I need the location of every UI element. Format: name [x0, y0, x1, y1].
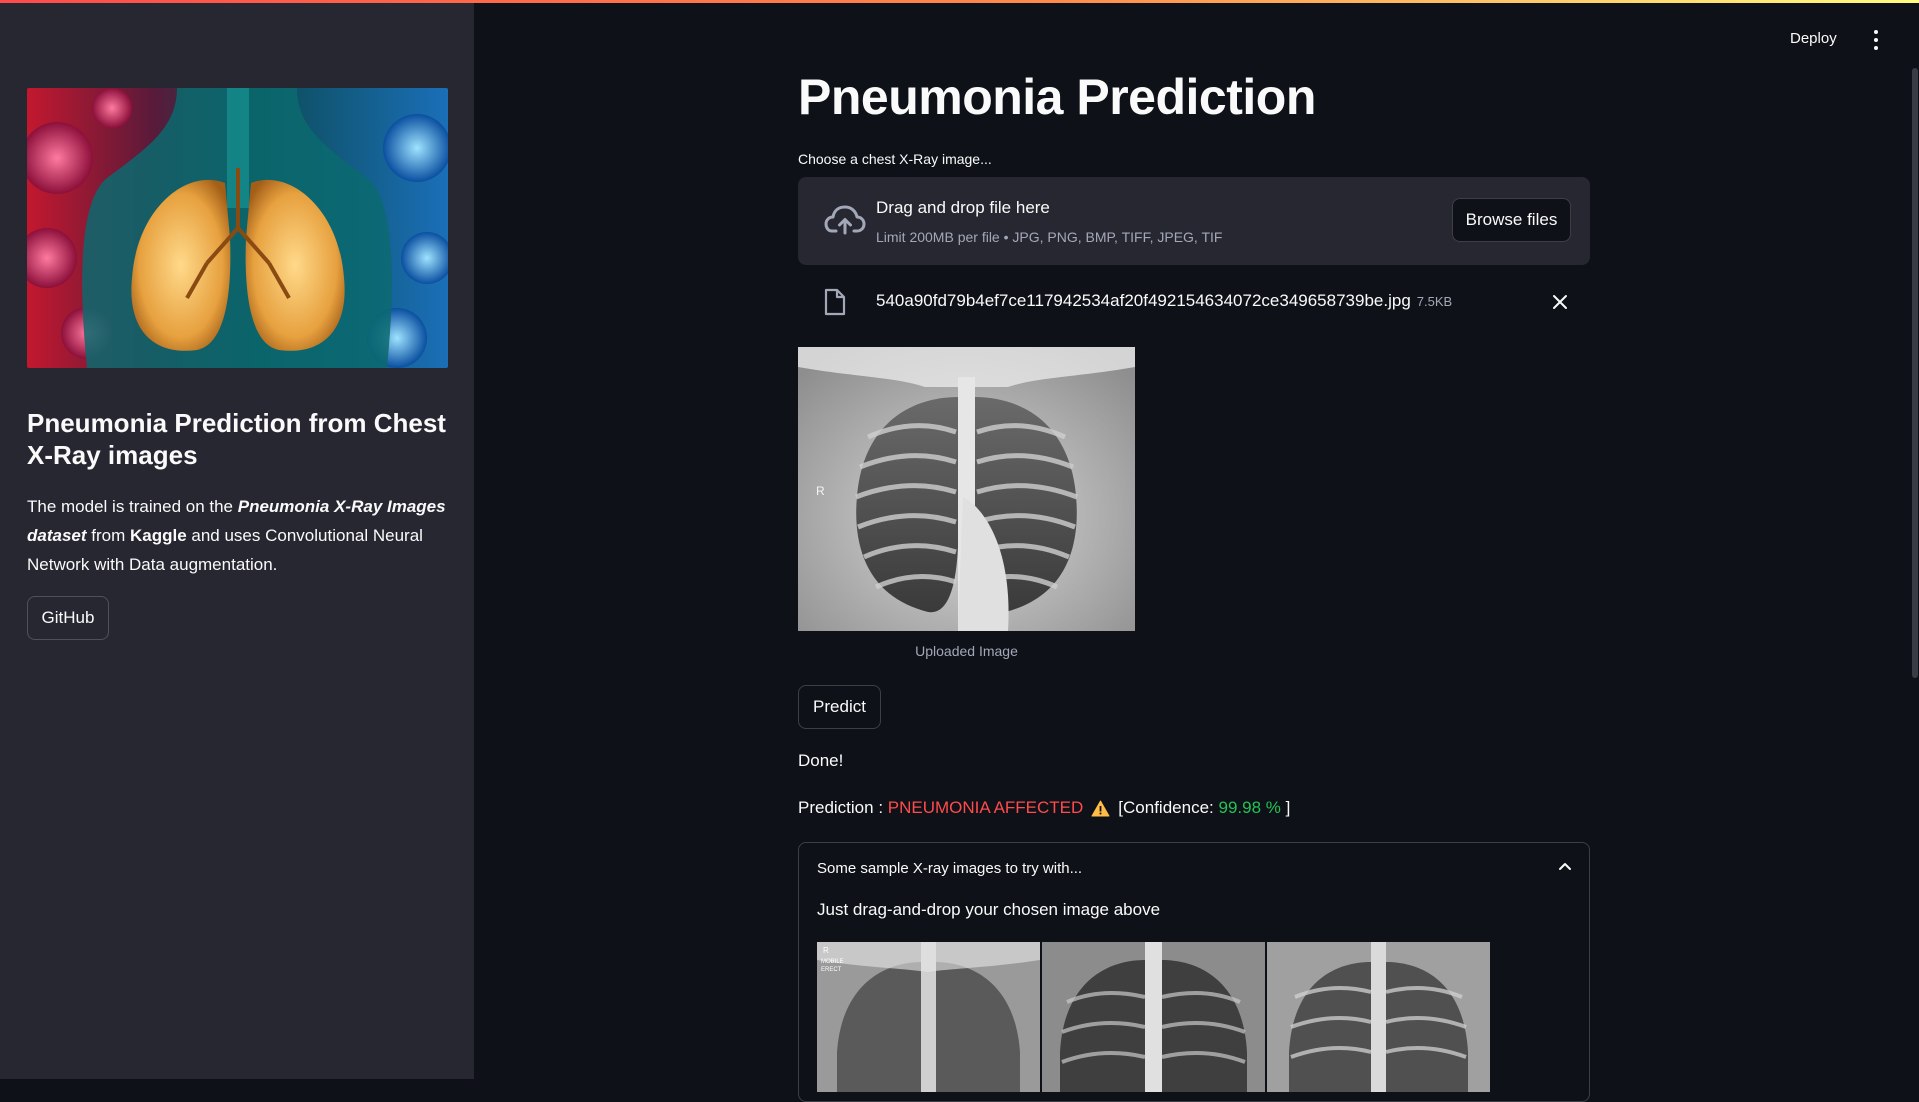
samples-expander[interactable]: Some sample X-ray images to try with... … [798, 842, 1590, 1102]
sample-marker-mobile: MOBILE [821, 959, 844, 965]
close-icon[interactable] [1552, 294, 1568, 310]
confidence-value: 99.98 % [1218, 798, 1281, 817]
status-text: Done! [798, 751, 844, 770]
kebab-menu-icon[interactable] [1872, 30, 1880, 50]
prediction-value: PNEUMONIA AFFECTED [887, 798, 1084, 817]
file-size: 7.5KB [1416, 294, 1453, 309]
expander-text: Just drag-and-drop your chosen image abo… [817, 900, 1161, 919]
uploaded-xray-image: R [798, 347, 1135, 631]
warning-icon [1091, 800, 1110, 816]
cloud-upload-icon [824, 205, 866, 235]
lungs-illustration-image [27, 88, 448, 368]
sidebar-title: Pneumonia Prediction from Chest X-Ray im… [27, 408, 446, 470]
file-name-text: 540a90fd79b4ef7ce117942534af20f492154634… [876, 291, 1411, 310]
github-button[interactable]: GitHub [27, 596, 109, 640]
dropzone-limit: Limit 200MB per file • JPG, PNG, BMP, TI… [876, 229, 1223, 245]
predict-button[interactable]: Predict [798, 685, 881, 729]
kaggle-name: Kaggle [129, 526, 187, 545]
browse-files-button[interactable]: Browse files [1452, 198, 1571, 242]
confidence-label: [Confidence: [1118, 798, 1219, 817]
file-name: 540a90fd79b4ef7ce117942534af20f492154634… [876, 291, 1452, 311]
sample-images: R MOBILE ERECT [817, 942, 1490, 1092]
scrollbar-thumb[interactable] [1912, 68, 1918, 678]
confidence-suffix: ] [1280, 798, 1291, 817]
sidebar-description: The model is trained on the Pneumonia X-… [27, 492, 447, 579]
sidebar: Pneumonia Prediction from Chest X-Ray im… [0, 0, 474, 1079]
chevron-up-icon[interactable] [1558, 861, 1572, 871]
expander-title: Some sample X-ray images to try with... [817, 860, 1083, 877]
page-title: Pneumonia Prediction [798, 69, 1316, 125]
desc-text: The model is trained on the [27, 497, 238, 516]
sample-xray-2[interactable] [1042, 942, 1265, 1092]
uploader-label: Choose a chest X-Ray image... [798, 151, 992, 167]
image-caption: Uploaded Image [915, 643, 1018, 659]
uploaded-file-row: 540a90fd79b4ef7ce117942534af20f492154634… [798, 282, 1590, 322]
file-dropzone[interactable]: Drag and drop file here Limit 200MB per … [798, 177, 1590, 265]
prediction-label: Prediction : [798, 798, 888, 817]
svg-text:R: R [816, 484, 825, 498]
deploy-button[interactable]: Deploy [1790, 30, 1837, 47]
file-icon [824, 288, 846, 316]
sample-marker-r: R [823, 946, 829, 955]
prediction-result: Prediction : PNEUMONIA AFFECTED [Confide… [798, 798, 1290, 818]
dropzone-title: Drag and drop file here [876, 198, 1050, 217]
top-decoration-bar [0, 0, 1919, 3]
sample-marker-erect: ERECT [821, 967, 842, 973]
sample-xray-3[interactable] [1267, 942, 1490, 1092]
sample-xray-1[interactable]: R MOBILE ERECT [817, 942, 1040, 1092]
desc-text: from [86, 526, 130, 545]
